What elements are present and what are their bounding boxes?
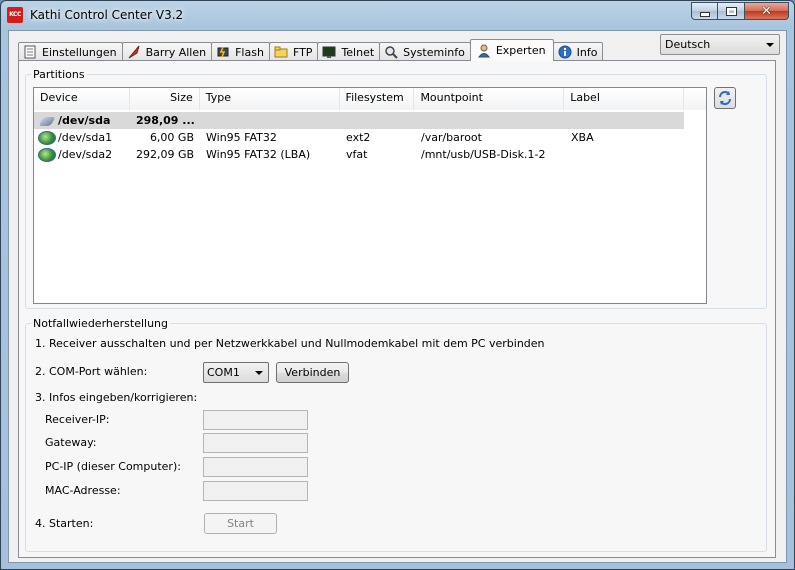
close-button[interactable]: ✕ (745, 2, 789, 20)
cell-size: 298,09 ... (136, 114, 195, 127)
chevron-down-icon (255, 371, 263, 375)
tab-strip: Einstellungen Barry Allen Flash FTP Teln… (18, 39, 604, 61)
flash-chip-icon (216, 45, 230, 59)
step4-label: 4. Starten: (35, 517, 94, 530)
ftp-folder-icon (274, 45, 288, 59)
list-row-dev-sda1[interactable]: /dev/sda1 6,00 GB Win95 FAT32 ext2 /var/… (34, 129, 684, 146)
device-name: /dev/sda (58, 114, 111, 127)
refresh-button[interactable] (714, 87, 736, 109)
language-select-value: Deutsch (665, 38, 711, 51)
client-area: Einstellungen Barry Allen Flash FTP Teln… (8, 30, 787, 563)
close-icon: ✕ (761, 3, 772, 19)
partition-icon (38, 130, 56, 145)
device-name: /dev/sda1 (58, 130, 113, 144)
cell-device: /dev/sda2 (34, 147, 130, 162)
tab-label: Systeminfo (403, 45, 465, 59)
pc-ip-field[interactable] (203, 457, 308, 477)
cell-mountpoint: /mnt/usb/USB-Disk.1-2 (421, 148, 546, 161)
tab-label: Flash (235, 45, 264, 59)
tab-ftp[interactable]: FTP (268, 42, 319, 61)
device-name: /dev/sda2 (58, 147, 113, 161)
column-header-type[interactable]: Type (199, 88, 340, 110)
column-header-filler (684, 88, 706, 110)
tab-page-experten: Partitions Device Size Type Filesystem M… (18, 60, 776, 558)
mac-address-field[interactable] (203, 481, 308, 501)
feather-icon (127, 45, 141, 59)
magnifier-icon (384, 45, 398, 59)
cell-device: /dev/sda (34, 114, 130, 127)
cell-type: Win95 FAT32 (206, 131, 277, 144)
step1-instruction: 1. Receiver ausschalten und per Netzwerk… (35, 337, 545, 350)
caption-buttons: ✕ (691, 2, 789, 21)
tab-einstellungen[interactable]: Einstellungen (18, 42, 123, 61)
com-port-select[interactable]: COM1 (203, 362, 269, 383)
recovery-group-label: Notfallwiederherstellung (31, 317, 171, 330)
tab-flash[interactable]: Flash (211, 42, 270, 61)
cell-device: /dev/sda1 (34, 130, 130, 145)
column-header-filesystem[interactable]: Filesystem (339, 88, 415, 110)
app-window: KCC Kathi Control Center V3.2 ✕ Einstell… (0, 0, 795, 570)
tab-info[interactable]: Info (552, 42, 604, 61)
minimize-button[interactable] (691, 2, 718, 20)
tab-label: Info (576, 45, 598, 59)
list-header: Device Size Type Filesystem Mountpoint L… (34, 88, 706, 110)
refresh-icon (719, 91, 731, 105)
tab-systeminfo[interactable]: Systeminfo (379, 42, 471, 61)
settings-document-icon (23, 45, 37, 59)
start-button[interactable]: Start (204, 513, 277, 534)
partitions-group-label: Partitions (31, 68, 87, 81)
info-icon (558, 45, 572, 59)
column-header-size[interactable]: Size (129, 88, 200, 110)
tab-barry-allen[interactable]: Barry Allen (121, 42, 213, 61)
tab-telnet[interactable]: Telnet (317, 42, 381, 61)
tab-label: Barry Allen (145, 45, 207, 59)
cell-size: 6,00 GB (149, 131, 194, 144)
hard-drive-icon (38, 116, 56, 126)
receiver-ip-label: Receiver-IP: (45, 413, 110, 426)
column-header-mountpoint[interactable]: Mountpoint (414, 88, 565, 110)
cell-type: Win95 FAT32 (LBA) (206, 148, 311, 161)
pc-ip-label: PC-IP (dieser Computer): (45, 460, 181, 473)
chevron-down-icon (766, 43, 774, 47)
window-title: Kathi Control Center V3.2 (30, 8, 184, 22)
cell-size: 292,09 GB (136, 148, 195, 161)
tab-label: Telnet (341, 45, 375, 59)
list-row-dev-sda[interactable]: /dev/sda 298,09 ... (34, 112, 684, 129)
maximize-button[interactable] (718, 2, 745, 20)
column-header-label[interactable]: Label (564, 88, 685, 110)
gateway-label: Gateway: (45, 436, 97, 449)
maximize-icon (725, 6, 737, 16)
mac-address-label: MAC-Adresse: (45, 484, 121, 497)
cell-label: XBA (571, 131, 594, 144)
list-row-dev-sda2[interactable]: /dev/sda2 292,09 GB Win95 FAT32 (LBA) vf… (34, 146, 684, 163)
language-select[interactable]: Deutsch (660, 34, 780, 55)
partition-icon (38, 147, 56, 162)
partitions-list[interactable]: Device Size Type Filesystem Mountpoint L… (33, 87, 707, 304)
connect-button[interactable]: Verbinden (276, 362, 349, 383)
recovery-group: Notfallwiederherstellung 1. Receiver aus… (25, 317, 767, 552)
tab-label: Einstellungen (42, 45, 117, 59)
terminal-icon (322, 45, 336, 59)
cell-mountpoint: /var/baroot (421, 131, 482, 144)
step3-label: 3. Infos eingeben/korrigieren: (35, 391, 198, 404)
tab-label: Experten (495, 44, 546, 57)
com-port-value: COM1 (207, 366, 240, 379)
partitions-group: Partitions Device Size Type Filesystem M… (25, 68, 767, 309)
tab-experten[interactable]: Experten (469, 39, 554, 61)
kcc-app-icon: KCC (7, 7, 23, 23)
title-bar[interactable]: KCC Kathi Control Center V3.2 ✕ (1, 1, 794, 29)
user-icon (477, 44, 491, 58)
step2-label: 2. COM-Port wählen: (35, 365, 148, 378)
gateway-field[interactable] (203, 433, 308, 453)
minimize-icon (699, 11, 710, 17)
cell-filesystem: vfat (346, 148, 368, 161)
tab-label: FTP (292, 45, 313, 59)
cell-filesystem: ext2 (346, 131, 371, 144)
column-header-device[interactable]: Device (34, 88, 130, 110)
receiver-ip-field[interactable] (203, 410, 308, 430)
